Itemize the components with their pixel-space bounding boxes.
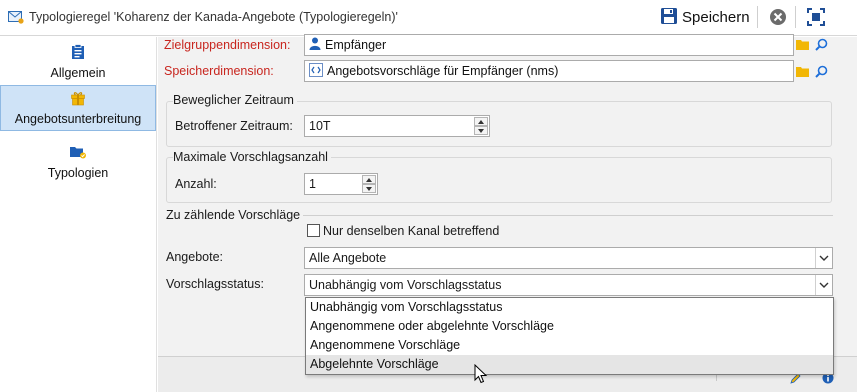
- status-option[interactable]: Angenommene oder abgelehnte Vorschläge: [306, 317, 833, 336]
- chevron-down-icon[interactable]: [815, 248, 832, 268]
- search-icon[interactable]: [815, 65, 828, 81]
- count-label: Anzahl:: [175, 177, 217, 191]
- affected-period-stepper[interactable]: 10T: [304, 115, 490, 137]
- status-dropdown-list: Unabhängig vom Vorschlagsstatus Angenomm…: [305, 297, 834, 375]
- status-select[interactable]: Unabhängig vom Vorschlagsstatus: [304, 274, 833, 296]
- status-label: Vorschlagsstatus:: [166, 277, 264, 291]
- search-icon[interactable]: [815, 38, 828, 54]
- clipboard-icon: [71, 44, 85, 63]
- storage-dimension-field[interactable]: Angebotsvorschläge für Empfänger (nms): [304, 60, 794, 82]
- storage-dimension-label: Speicherdimension:: [164, 64, 274, 78]
- folder-typology-icon: [69, 144, 87, 163]
- offers-select[interactable]: Alle Angebote: [304, 247, 833, 269]
- sidebar-item-label: Typologien: [47, 166, 109, 180]
- status-option[interactable]: Angenommene Vorschläge: [306, 336, 833, 355]
- stepper-down-button[interactable]: [474, 126, 488, 135]
- sidebar-item-label: Allgemein: [50, 66, 106, 80]
- floppy-disk-icon: [660, 7, 678, 28]
- status-value: Unabhängig vom Vorschlagsstatus: [309, 278, 502, 292]
- title-bar: Typologieregel 'Koharenz der Kanada-Ange…: [0, 0, 857, 36]
- section-divider: [303, 215, 833, 216]
- max-proposals-title: Maximale Vorschlagsanzahl: [173, 150, 331, 164]
- storage-dimension-value: Angebotsvorschläge für Empfänger (nms): [327, 64, 559, 78]
- target-dimension-value: Empfänger: [325, 38, 387, 52]
- close-icon[interactable]: [769, 8, 787, 29]
- chevron-down-icon[interactable]: [815, 275, 832, 295]
- save-button[interactable]: Speichern: [660, 5, 750, 29]
- mouse-pointer-icon: [474, 363, 488, 387]
- offers-label: Angebote:: [166, 250, 223, 264]
- save-label: Speichern: [682, 8, 750, 26]
- sidebar-item-allgemein[interactable]: Allgemein: [0, 39, 156, 85]
- affected-period-value: 10T: [309, 119, 331, 133]
- offers-value: Alle Angebote: [309, 251, 387, 265]
- affected-period-label: Betroffener Zeitraum:: [175, 119, 293, 133]
- toolbar-divider: [795, 6, 796, 28]
- count-value: 1: [309, 177, 316, 191]
- maximize-icon[interactable]: [806, 7, 826, 30]
- window-title: Typologieregel 'Koharenz der Kanada-Ange…: [29, 10, 398, 24]
- stepper-up-button[interactable]: [474, 117, 488, 126]
- same-channel-checkbox[interactable]: [307, 224, 320, 237]
- same-channel-label: Nur denselben Kanal betreffend: [323, 224, 500, 238]
- count-section-title: Zu zählende Vorschläge: [166, 208, 301, 222]
- sidebar-item-angebotsunterbreitung[interactable]: Angebotsunterbreitung: [0, 85, 156, 131]
- status-option[interactable]: Unabhängig vom Vorschlagsstatus: [306, 298, 833, 317]
- gift-icon: [70, 90, 86, 109]
- stepper-up-button[interactable]: [362, 175, 376, 184]
- folder-icon[interactable]: [796, 66, 809, 80]
- stepper-down-button[interactable]: [362, 184, 376, 193]
- person-icon: [309, 37, 321, 53]
- moving-period-title: Beweglicher Zeitraum: [173, 93, 297, 107]
- target-dimension-field[interactable]: Empfänger: [304, 34, 794, 56]
- sidebar-item-typologien[interactable]: Typologien: [0, 139, 156, 185]
- sidebar-item-label: Angebotsunterbreitung: [14, 112, 142, 126]
- envelope-rule-icon: [8, 10, 24, 27]
- toolbar-divider: [757, 6, 758, 28]
- count-stepper[interactable]: 1: [304, 173, 378, 195]
- folder-icon[interactable]: [796, 39, 809, 53]
- schema-icon: [309, 62, 323, 80]
- target-dimension-label: Zielgruppendimension:: [164, 38, 291, 52]
- status-option-hovered[interactable]: Abgelehnte Vorschläge: [306, 355, 833, 374]
- sidebar: Allgemein Angebotsunterbreitung Typologi…: [0, 37, 157, 392]
